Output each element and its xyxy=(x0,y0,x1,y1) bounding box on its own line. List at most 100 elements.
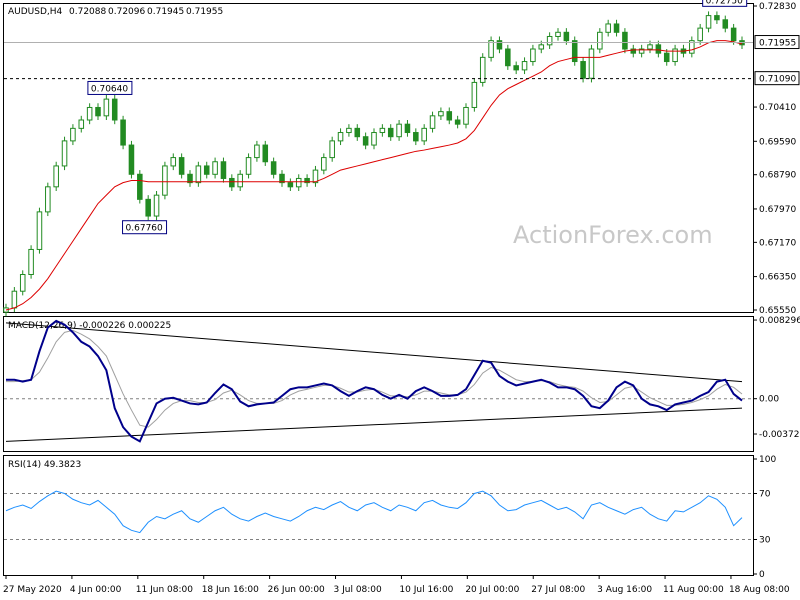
candle-body xyxy=(19,274,26,292)
price-annotation-label: 0.67760 xyxy=(126,224,163,234)
candle-body xyxy=(237,173,243,188)
price-y-tick-label: 0.65550 xyxy=(759,306,796,316)
macd-layer xyxy=(4,319,753,443)
candle-body xyxy=(580,61,586,79)
x-tick-label: 20 Jul 00:00 xyxy=(465,585,519,595)
current-price-label: 0.71955 xyxy=(759,39,796,49)
watermark: ActionForex.com xyxy=(513,221,713,249)
candle-body xyxy=(714,15,720,21)
candle-body xyxy=(655,44,662,54)
candle-body xyxy=(722,19,729,29)
candle-body xyxy=(697,27,703,42)
x-tick-label: 3 Jul 08:00 xyxy=(334,585,383,595)
rsi-y-tick-label: 100 xyxy=(759,455,776,465)
candle-body xyxy=(354,127,361,138)
x-tick-label: 18 Jun 16:00 xyxy=(202,585,259,595)
candle-body xyxy=(513,65,519,71)
macd-y-tick-label: 0.00 xyxy=(759,395,779,405)
candle-body xyxy=(555,31,561,37)
candle-body xyxy=(137,173,143,200)
candle-body xyxy=(220,161,227,179)
candle-body xyxy=(128,144,135,175)
chart-canvas: ActionForex.com AUDUSD,H4 0.72088 0.7209… xyxy=(3,0,800,595)
candle-body xyxy=(45,186,51,213)
candle-body xyxy=(730,27,737,42)
candle-body xyxy=(86,106,93,121)
price-y-tick-label: 0.69590 xyxy=(759,137,796,147)
candle-body xyxy=(438,111,444,117)
ohlc-close: 0.71955 xyxy=(186,7,223,17)
candle-body xyxy=(329,140,335,159)
candle-body xyxy=(229,177,235,188)
candle-body xyxy=(321,157,327,171)
candle-body xyxy=(496,40,503,50)
candle-body xyxy=(705,15,712,29)
rsi-panel-title: RSI(14) 49.3823 xyxy=(8,460,81,470)
candle-body xyxy=(120,119,126,146)
candle-body xyxy=(36,211,43,250)
macd-y-tick-label: 0.008296 xyxy=(759,316,800,326)
candle-body xyxy=(454,119,461,125)
candle-body xyxy=(103,98,110,117)
x-tick-label: 3 Aug 16:00 xyxy=(597,585,652,595)
candle-body xyxy=(346,127,352,134)
candle-body xyxy=(588,48,595,79)
price-layer: 0.70640 0.67760 0.72750 xyxy=(3,0,753,317)
candle-body xyxy=(605,23,611,33)
candle-body xyxy=(178,157,185,175)
x-tick-label: 4 Jun 00:00 xyxy=(70,585,122,595)
candle-body xyxy=(162,165,168,196)
rsi-y-tick-label: 0 xyxy=(759,570,765,580)
macd-line xyxy=(6,319,743,443)
rsi-y-tick-label: 70 xyxy=(759,490,771,500)
candle-body xyxy=(362,136,369,146)
ohlc-low: 0.71945 xyxy=(147,7,184,17)
candle-body xyxy=(404,123,411,134)
price-y-tick-label: 0.72830 xyxy=(759,2,796,12)
x-tick-label: 27 May 2020 xyxy=(3,585,62,595)
candle-body xyxy=(371,132,377,146)
rsi-y-tick-label: 30 xyxy=(759,536,771,546)
candle-body xyxy=(546,35,553,46)
x-tick-label: 26 Jun 00:00 xyxy=(268,585,325,595)
candle-body xyxy=(505,48,511,67)
candle-body xyxy=(413,132,419,142)
candle-body xyxy=(270,161,277,175)
candle-body xyxy=(488,40,494,58)
candle-body xyxy=(262,144,269,163)
price-y-tick-label: 0.67170 xyxy=(759,238,796,248)
rsi-layer xyxy=(4,490,753,540)
x-tick-label: 11 Aug 00:00 xyxy=(663,585,724,595)
candle-body xyxy=(563,31,570,42)
candle-body xyxy=(212,161,218,175)
candle-body xyxy=(571,40,578,63)
price-y-tick-label: 0.68790 xyxy=(759,171,796,181)
candle-body xyxy=(613,23,620,33)
candle-body xyxy=(153,194,160,217)
candle-body xyxy=(295,177,302,188)
macd-trendline xyxy=(5,322,743,383)
candle-body xyxy=(429,115,436,129)
price-panel-title: AUDUSD,H4 xyxy=(8,7,63,17)
candle-body xyxy=(61,140,68,167)
price-annotation-label: 0.72750 xyxy=(706,0,743,6)
price-y-tick-label: 0.70410 xyxy=(759,103,796,113)
rsi-line xyxy=(5,490,743,534)
candle-body xyxy=(663,52,670,63)
candle-body xyxy=(446,111,453,121)
candle-body xyxy=(337,132,344,142)
candle-body xyxy=(203,165,210,175)
candle-body xyxy=(647,44,653,50)
candle-body xyxy=(530,48,536,63)
x-tick-label: 11 Jun 08:00 xyxy=(136,585,193,595)
candle-body xyxy=(521,61,528,71)
candle-body xyxy=(387,127,394,138)
candle-body xyxy=(538,44,545,50)
x-tick-label: 27 Jul 08:00 xyxy=(531,585,585,595)
candle-body xyxy=(379,127,386,134)
candle-body xyxy=(53,165,59,188)
candle-body xyxy=(287,182,294,188)
macd-panel-frame xyxy=(3,316,754,452)
macd-y-tick-label: -0.003725 xyxy=(759,430,800,440)
x-tick-label: 10 Jul 16:00 xyxy=(399,585,453,595)
